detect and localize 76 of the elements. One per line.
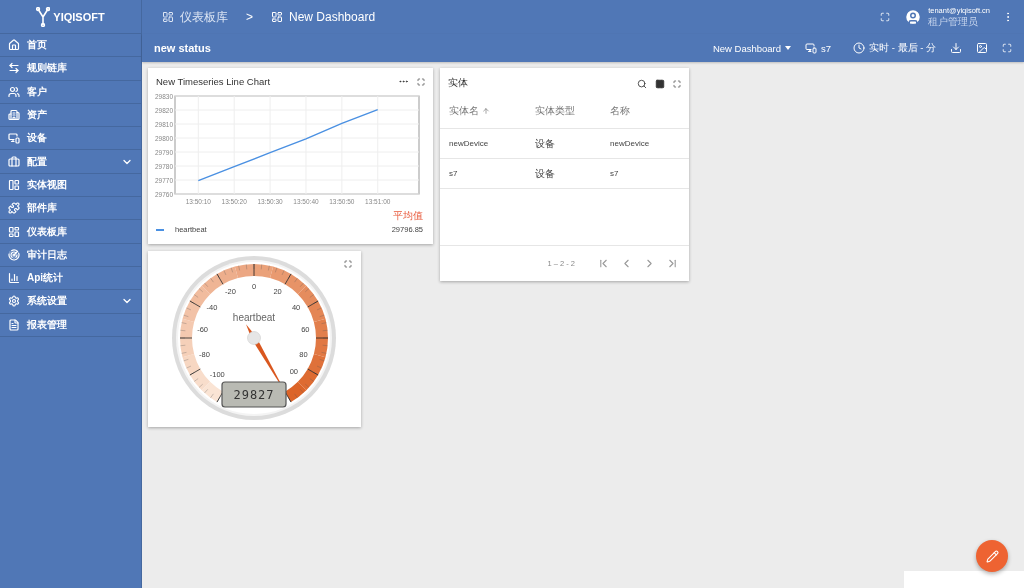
dashboard-icon (162, 11, 174, 23)
first-page-icon (597, 257, 610, 270)
download-icon (950, 42, 962, 54)
bar-chart-icon (8, 272, 20, 285)
edit-button[interactable] (976, 540, 1008, 572)
building-icon (8, 109, 20, 122)
sidebar-item[interactable]: 系统设置 (0, 290, 141, 314)
people-icon (8, 85, 20, 98)
value-display (221, 381, 287, 408)
table-cell-text: s7 (449, 169, 459, 178)
fullscreen-button[interactable] (1002, 43, 1012, 53)
fullscreen-icon (1002, 43, 1012, 53)
breadcrumb-link[interactable]: New Dashboard (289, 10, 376, 24)
layout-icon (8, 178, 20, 191)
last-page-button[interactable] (666, 257, 679, 270)
widget-title: 实体 (448, 77, 469, 90)
gauge-title: heartbeat (232, 312, 276, 323)
sidebar-item[interactable]: 实体视图 (0, 173, 141, 198)
sidebar-item[interactable]: 资产 (0, 103, 141, 128)
radar-icon (8, 248, 20, 261)
dashboard-title: new status (154, 42, 212, 54)
timewindow-button[interactable]: 实时 - 最后 - 分 (853, 41, 936, 55)
table-cell-text: newDevice (610, 139, 651, 148)
table-cell-text: newDevice (449, 139, 490, 148)
table-cell-text: 设备 (535, 136, 556, 151)
first-page-button[interactable] (597, 257, 610, 270)
pencil-icon (985, 549, 999, 563)
sidebar-item[interactable]: 配置 (0, 150, 141, 174)
brand-name: YIQISOFT (53, 10, 105, 23)
table-cell-text: 设备 (535, 166, 556, 181)
download-button[interactable] (950, 42, 962, 54)
search-button[interactable] (637, 78, 647, 89)
sidebar-item[interactable]: 规则链库 (0, 57, 141, 81)
dashboard-icon (271, 11, 283, 23)
table-cell-text: s7 (610, 169, 620, 178)
breadcrumb-separator: > (246, 10, 253, 24)
fullscreen-button[interactable] (880, 12, 891, 22)
fullscreen-button[interactable] (673, 79, 681, 88)
sidebar-item[interactable]: Api统计 (0, 266, 141, 291)
column-header[interactable]: 实体名 (449, 104, 479, 118)
briefcase-icon (8, 155, 20, 168)
settings-icon (8, 295, 20, 308)
fullscreen-button[interactable] (344, 260, 352, 268)
clock-icon (853, 42, 866, 54)
legend-header: 平均值 (393, 209, 423, 223)
dashboard-icon (8, 225, 20, 238)
sidebar-item[interactable]: 报表管理 (0, 313, 141, 337)
dashboard-select[interactable]: New Dashboard (712, 42, 792, 54)
sidebar-item[interactable]: 部件库 (0, 197, 141, 221)
document-icon (8, 318, 20, 331)
caret-icon (785, 46, 792, 50)
sort-arrow-icon (482, 107, 490, 115)
gauge-value: 29827 (233, 388, 275, 402)
sidebar-item[interactable]: 客户 (0, 80, 141, 104)
column-header[interactable]: 实体类型 (535, 104, 575, 118)
image-icon (976, 42, 988, 54)
fullscreen-icon (880, 12, 891, 22)
column-header[interactable]: 名称 (610, 104, 630, 118)
puzzle-icon (8, 202, 20, 215)
widget-title: New Timeseries Line Chart (156, 76, 272, 87)
image-button[interactable] (976, 42, 988, 54)
sidebar-item[interactable]: 首页 (0, 34, 141, 58)
sidebar-item[interactable]: 设备 (0, 127, 141, 151)
arrows-icon (8, 62, 20, 75)
devices-icon (8, 132, 20, 145)
last-page-icon (666, 257, 679, 270)
fullscreen-button[interactable] (417, 77, 425, 86)
devices-icon (805, 42, 818, 54)
breadcrumb-link[interactable]: 仪表板库 (180, 8, 228, 26)
home-icon (8, 39, 20, 52)
logo-icon (36, 6, 51, 27)
sidebar-item[interactable]: 审计日志 (0, 243, 141, 267)
entity-button[interactable]: s7 (805, 42, 832, 54)
user-role: 租户管理员 (928, 15, 980, 29)
sidebar-item[interactable]: 仪表板库 (0, 220, 141, 244)
avatar-icon[interactable] (904, 8, 923, 26)
